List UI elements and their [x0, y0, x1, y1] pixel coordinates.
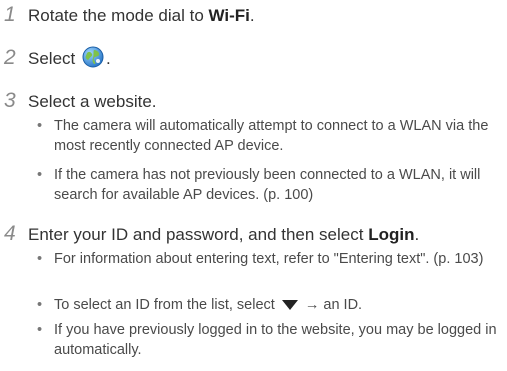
step-text: Select . [28, 46, 111, 73]
bullet-text: If you have previously logged in to the … [54, 322, 497, 358]
login-label: Login [368, 225, 415, 244]
step-1: 1 Rotate the mode dial to Wi-Fi. [0, 3, 255, 27]
bullet-text: To select an ID from the list, select → … [54, 297, 363, 313]
list-item: • If the camera has not previously been … [37, 165, 502, 205]
down-triangle-icon [281, 300, 298, 310]
list-item: • The camera will automatically attempt … [37, 116, 502, 156]
step-4: 4 Enter your ID and password, and then s… [0, 222, 419, 246]
step-2: 2 Select . [0, 46, 111, 73]
step-number: 2 [4, 46, 16, 69]
bullet-text: For information about entering text, ref… [54, 251, 484, 267]
mode-wifi-label: Wi-Fi [208, 6, 250, 25]
bullet-text: If the camera has not previously been co… [54, 167, 481, 203]
list-item: • For information about entering text, r… [37, 249, 502, 269]
step-number: 3 [4, 89, 16, 112]
step-text: Select a website. [28, 92, 157, 111]
step-number: 4 [4, 222, 16, 245]
bullet-text: The camera will automatically attempt to… [54, 118, 489, 154]
step-text: Rotate the mode dial to Wi-Fi. [28, 6, 255, 25]
list-item: • If you have previously logged in to th… [37, 320, 502, 360]
bullet-icon: • [37, 251, 43, 267]
bullet-icon: • [37, 297, 43, 313]
globe-icon [82, 46, 104, 73]
list-item: • To select an ID from the list, select … [37, 295, 502, 315]
step-text: Enter your ID and password, and then sel… [28, 225, 420, 244]
bullet-icon: • [37, 118, 43, 134]
step-number: 1 [4, 3, 16, 26]
bullet-icon: • [37, 322, 43, 338]
step-3: 3 Select a website. [0, 89, 157, 113]
bullet-icon: • [37, 167, 43, 183]
